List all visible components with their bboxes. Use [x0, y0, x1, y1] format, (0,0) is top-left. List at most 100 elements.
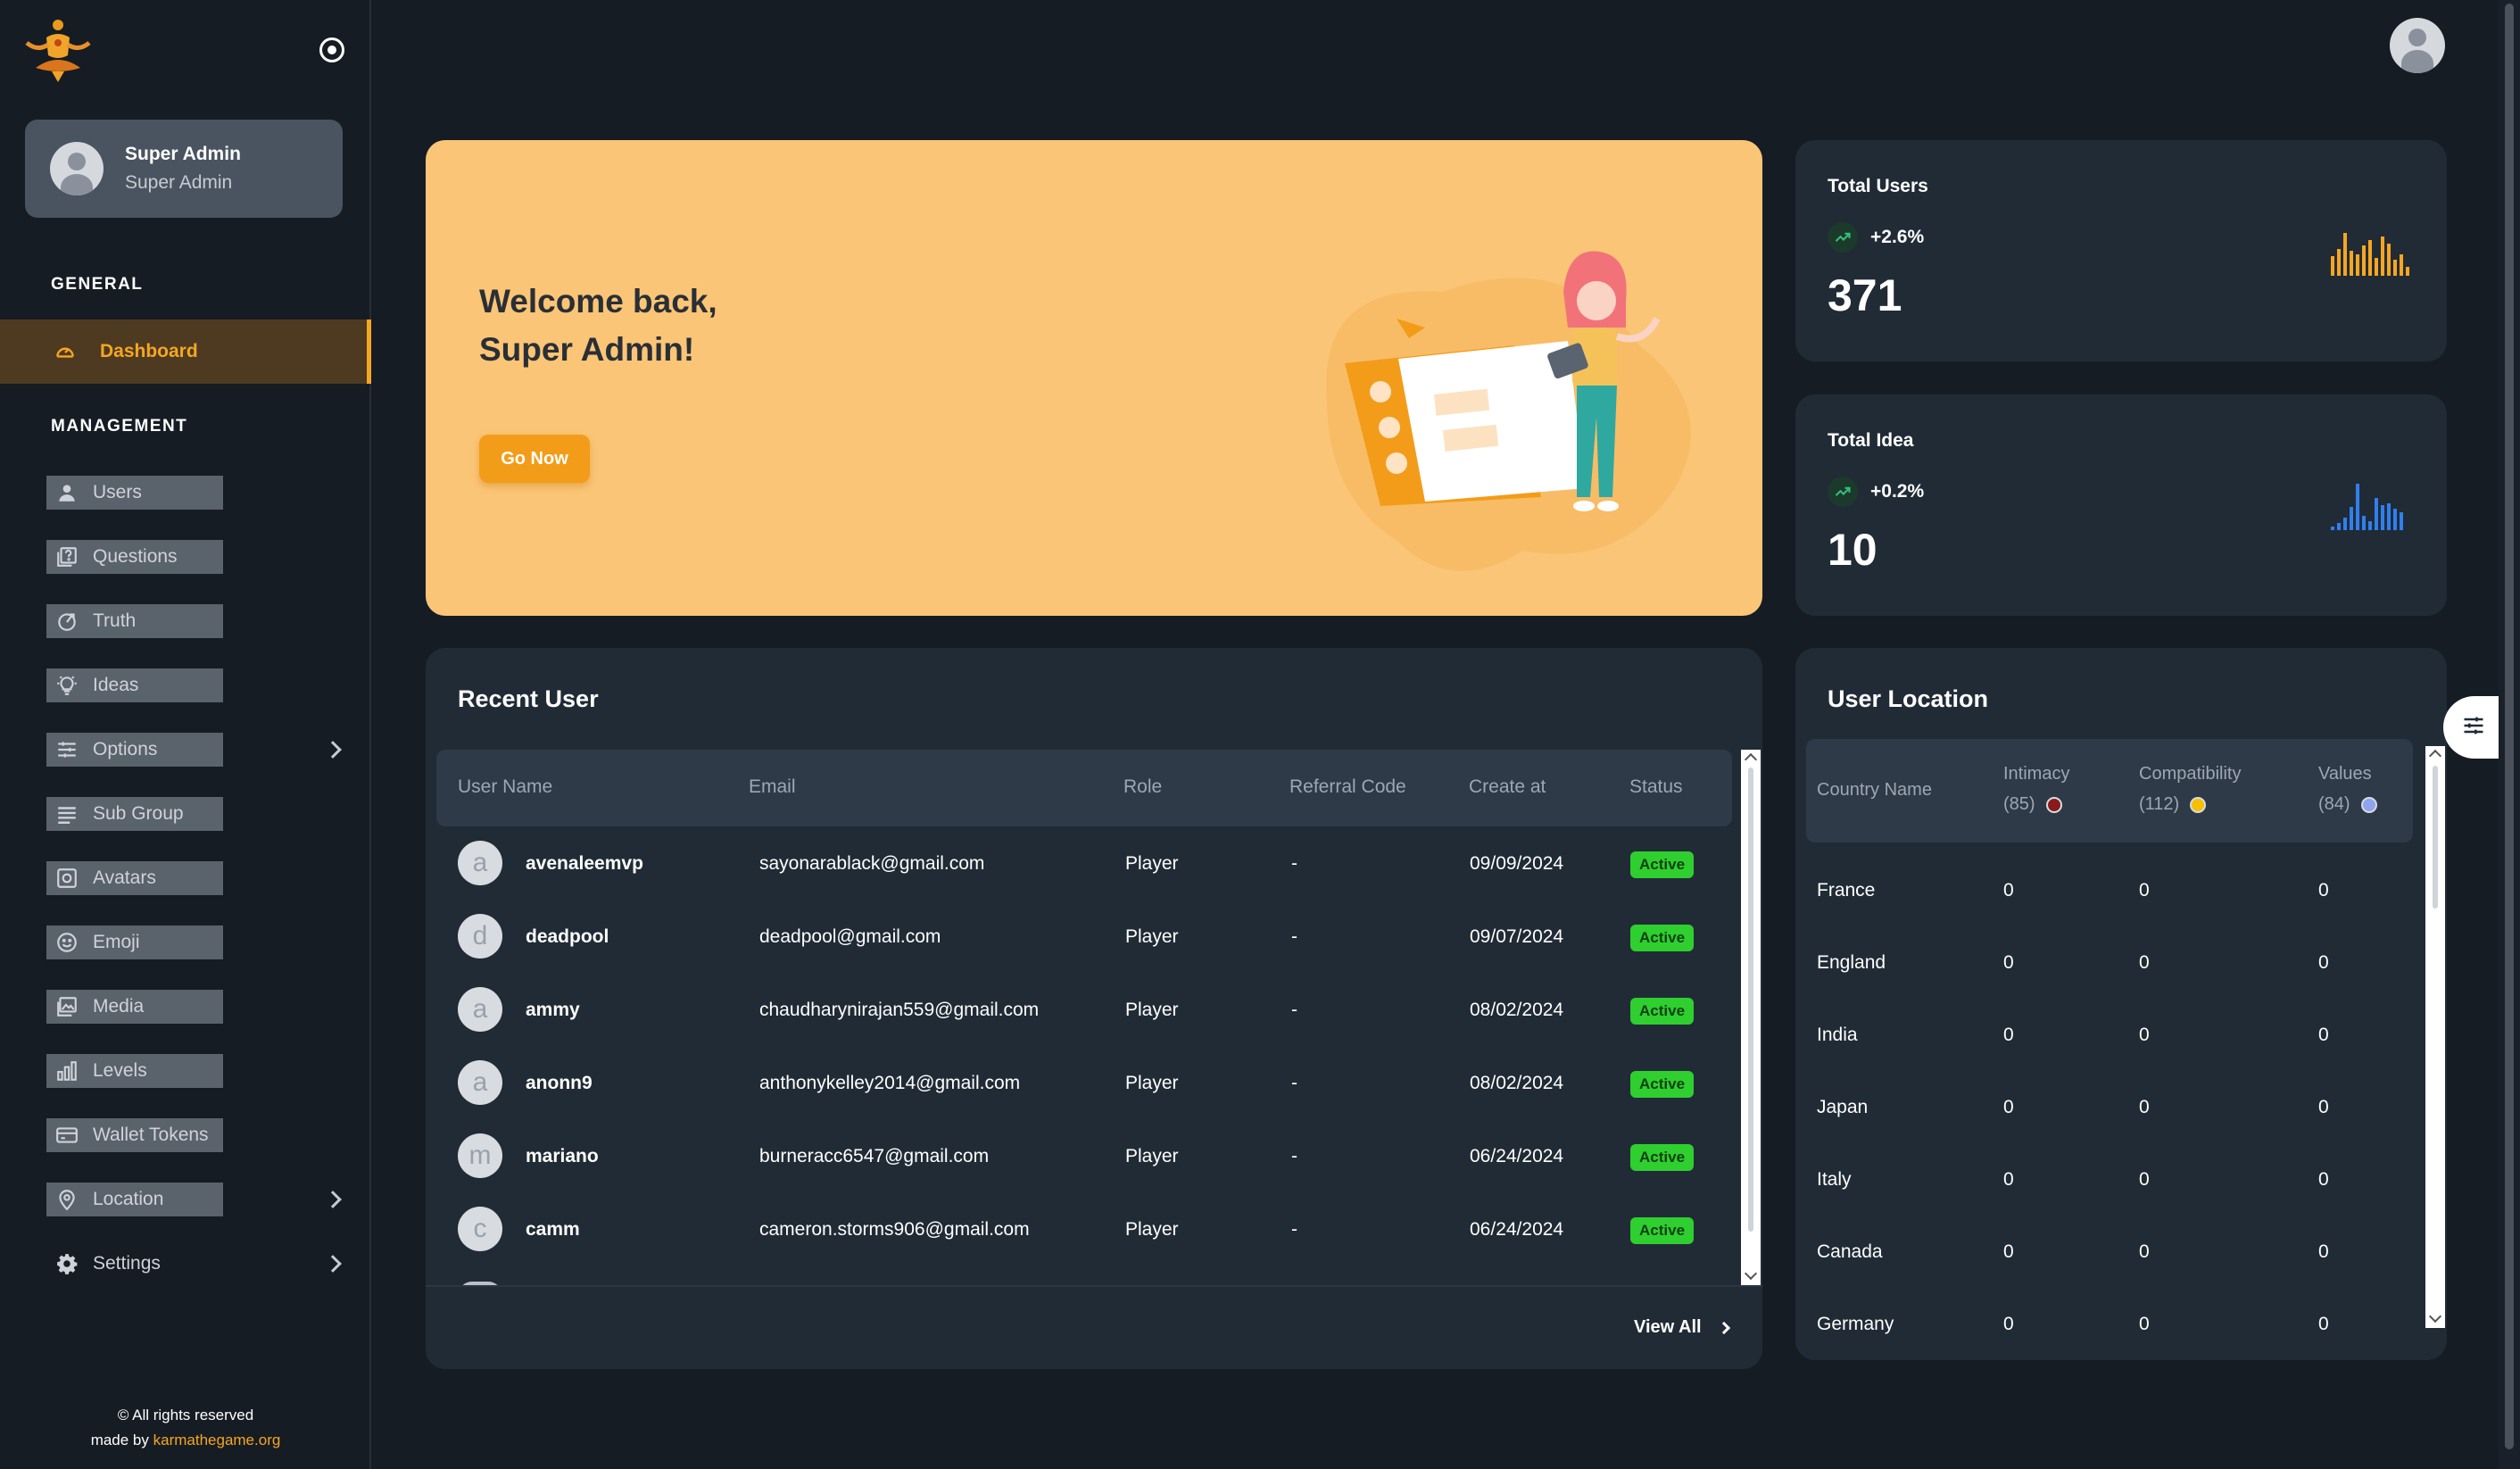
- avatar: a: [458, 841, 502, 885]
- avatar: a: [458, 987, 502, 1032]
- location-row[interactable]: France 0 0 0: [1806, 857, 2413, 929]
- sidebar-item-label: Wallet Tokens: [93, 1125, 209, 1145]
- column-header-status[interactable]: Status: [1629, 776, 1683, 798]
- go-now-button[interactable]: Go Now: [479, 435, 590, 483]
- values-count: (84): [2318, 794, 2377, 815]
- sidebar-item-label: Location: [93, 1189, 164, 1209]
- table-row[interactable]: c camm cameron.storms906@gmail.com Playe…: [436, 1192, 1732, 1266]
- footer: © All rights reserved made by karmathega…: [0, 1403, 371, 1453]
- country-name: Japan: [1817, 1097, 1869, 1117]
- chevron-right-icon[interactable]: [324, 741, 342, 759]
- total-idea-card: Total Idea +0.2% 10: [1795, 394, 2447, 616]
- sidebar-item-media[interactable]: Media: [46, 990, 223, 1024]
- sidebar-item-location[interactable]: Location: [46, 1183, 223, 1216]
- sidebar-item-avatars[interactable]: Avatars: [46, 861, 223, 895]
- sidebar-item-wallet-tokens[interactable]: Wallet Tokens: [46, 1118, 223, 1152]
- location-pin-icon: [54, 1186, 80, 1213]
- sidebar-item-label: Levels: [93, 1060, 147, 1081]
- status-badge: Active: [1630, 1144, 1695, 1171]
- table-row[interactable]: a ammy chaudharynirajan559@gmail.com Pla…: [436, 973, 1732, 1046]
- column-header-country[interactable]: Country Name: [1817, 780, 1932, 801]
- profile-name: Super Admin: [125, 144, 241, 164]
- column-header-create-at[interactable]: Create at: [1469, 776, 1546, 798]
- column-header-user-name[interactable]: User Name: [458, 776, 552, 798]
- column-header-values[interactable]: Values: [2318, 764, 2372, 784]
- sidebar-item-label: Sub Group: [93, 803, 184, 824]
- location-row[interactable]: England 0 0 0: [1806, 929, 2413, 1001]
- lightbulb-icon: [54, 672, 80, 699]
- user-role: Player: [1125, 1000, 1179, 1020]
- user-role: Player: [1125, 1073, 1179, 1093]
- column-header-referral-code[interactable]: Referral Code: [1289, 776, 1406, 798]
- scroll-down-icon[interactable]: [1744, 1266, 1758, 1281]
- customize-button[interactable]: [2443, 696, 2504, 759]
- table-row[interactable]: m mariano burneracc6547@gmail.com Player…: [436, 1119, 1732, 1192]
- karma-logo-icon[interactable]: [20, 16, 96, 84]
- sidebar-item-dashboard[interactable]: Dashboard: [0, 320, 371, 384]
- user-email: sayonarablack@gmail.com: [759, 853, 985, 874]
- chevron-right-icon[interactable]: [324, 1255, 342, 1273]
- intimacy-count-value: (85): [2003, 794, 2035, 814]
- user-name: deadpool: [526, 926, 609, 947]
- user-name: mariano: [526, 1146, 599, 1166]
- status-badge: Active: [1630, 1071, 1695, 1098]
- sidebar-item-sub-group[interactable]: Sub Group: [46, 797, 223, 831]
- profile-card[interactable]: Super Admin Super Admin: [25, 120, 343, 218]
- sidebar: Super Admin Super Admin GENERAL Dashboar…: [0, 0, 371, 1469]
- sidebar-item-truth[interactable]: Truth: [46, 604, 223, 638]
- scrollbar-thumb[interactable]: [2433, 766, 2438, 909]
- question-icon: [54, 544, 80, 570]
- table-row[interactable]: a avenaleemvp sayonarablack@gmail.com Pl…: [436, 826, 1732, 900]
- sidebar-item-ideas[interactable]: Ideas: [46, 668, 223, 702]
- table-scrollbar[interactable]: [1741, 750, 1761, 1285]
- sliders-icon: [54, 736, 80, 763]
- location-row[interactable]: Germany 0 0 0: [1806, 1291, 2413, 1360]
- column-header-role[interactable]: Role: [1123, 776, 1162, 798]
- user-role: Player: [1125, 926, 1179, 947]
- sidebar-item-options[interactable]: Options: [46, 733, 223, 767]
- sidebar-item-settings[interactable]: Settings: [46, 1247, 223, 1281]
- panel-title: User Location: [1828, 685, 1989, 712]
- avatar: [50, 142, 104, 195]
- footer-rights: © All rights reserved: [117, 1407, 254, 1423]
- page-scrollbar[interactable]: [2499, 0, 2520, 1469]
- table-row[interactable]: d deadpool deadpool@gmail.com Player - 0…: [436, 900, 1732, 973]
- view-all-button[interactable]: View All: [1634, 1317, 1730, 1338]
- country-name: India: [1817, 1025, 1858, 1045]
- footer-made-by: made by: [90, 1432, 149, 1448]
- column-header-intimacy[interactable]: Intimacy: [2003, 764, 2069, 784]
- scroll-down-icon[interactable]: [2428, 1309, 2442, 1324]
- sidebar-item-users[interactable]: Users: [46, 476, 223, 510]
- account-avatar-button[interactable]: [2390, 18, 2445, 73]
- scroll-up-icon[interactable]: [1744, 752, 1758, 767]
- sidebar-item-levels[interactable]: Levels: [46, 1054, 223, 1088]
- wallet-icon: [54, 1122, 80, 1149]
- column-header-compatibility[interactable]: Compatibility: [2139, 764, 2241, 784]
- location-row[interactable]: India 0 0 0: [1806, 1001, 2413, 1074]
- table-row[interactable]: a anonn9 anthonykelley2014@gmail.com Pla…: [436, 1046, 1732, 1119]
- scrollbar-thumb[interactable]: [2505, 4, 2514, 1449]
- sidebar-item-emoji[interactable]: Emoji: [46, 925, 223, 959]
- location-scrollbar[interactable]: [2425, 746, 2445, 1328]
- stat-title: Total Idea: [1828, 430, 1914, 451]
- compatibility-legend-dot: [2190, 796, 2207, 813]
- column-header-email[interactable]: Email: [749, 776, 796, 798]
- location-row[interactable]: Italy 0 0 0: [1806, 1146, 2413, 1218]
- speedometer-icon: [52, 338, 79, 365]
- values-value: 0: [2318, 1025, 2329, 1045]
- scroll-up-icon[interactable]: [2428, 749, 2442, 763]
- scrollbar-thumb[interactable]: [1748, 768, 1753, 1232]
- user-role: Player: [1125, 1146, 1179, 1166]
- country-name: Canada: [1817, 1241, 1883, 1262]
- location-row[interactable]: Japan 0 0 0: [1806, 1074, 2413, 1146]
- sidebar-toggle-button[interactable]: [319, 37, 344, 62]
- location-row[interactable]: Canada 0 0 0: [1806, 1218, 2413, 1291]
- gear-icon: [54, 1250, 80, 1277]
- chevron-right-icon[interactable]: [324, 1191, 342, 1208]
- status-badge: Active: [1630, 851, 1695, 878]
- user-email: deadpool@gmail.com: [759, 926, 941, 947]
- sidebar-item-questions[interactable]: Questions: [46, 540, 223, 574]
- intimacy-value: 0: [2003, 1314, 2014, 1334]
- intimacy-value: 0: [2003, 1169, 2014, 1190]
- footer-link[interactable]: karmathegame.org: [153, 1432, 281, 1448]
